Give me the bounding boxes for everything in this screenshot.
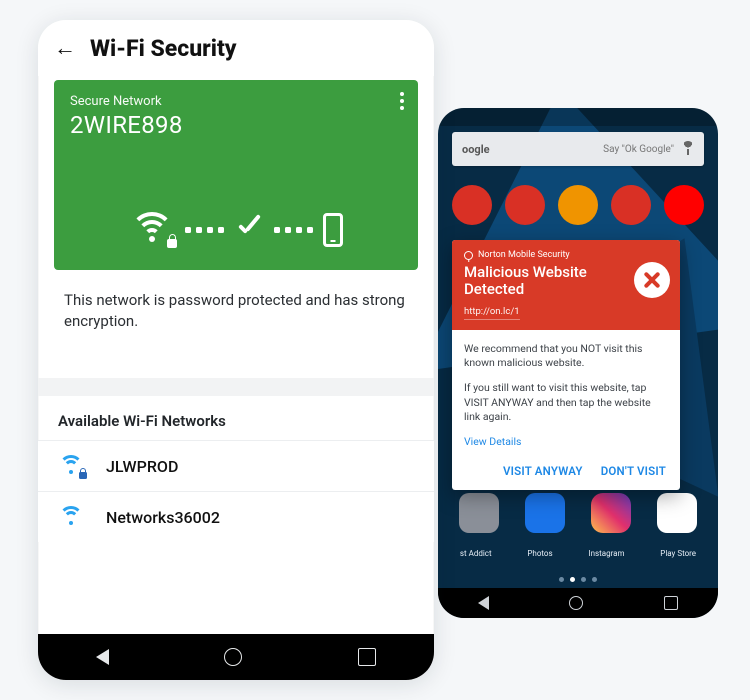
alert-url: http://on.lc/1 xyxy=(464,306,520,320)
app-label: Play Store xyxy=(660,549,696,558)
app-icon[interactable] xyxy=(525,493,565,533)
wifi-icon xyxy=(58,506,84,528)
wifi-network-item[interactable]: Networks36002 xyxy=(38,491,434,542)
app-label: st Addict xyxy=(460,549,492,558)
app-icon[interactable] xyxy=(459,493,499,533)
android-navbar xyxy=(438,588,718,618)
network-description: This network is password protected and h… xyxy=(64,290,408,378)
security-diagram xyxy=(54,212,418,248)
wifi-secured-icon xyxy=(58,455,84,477)
phone-malicious-alert: oogle Say "Ok Google" st Addict Photos I… xyxy=(438,108,718,618)
google-logo-text: oogle xyxy=(462,143,490,156)
app-icon[interactable] xyxy=(611,185,651,225)
search-hint: Say "Ok Google" xyxy=(490,144,674,155)
network-name: JLWPROD xyxy=(106,457,178,476)
app-icon[interactable] xyxy=(452,185,492,225)
checkmark-icon xyxy=(234,215,264,245)
view-details-link[interactable]: View Details xyxy=(464,435,521,448)
dash-icon xyxy=(185,227,224,233)
alert-title: Malicious Website Detected xyxy=(464,264,622,299)
google-search-bar[interactable]: oogle Say "Ok Google" xyxy=(452,132,704,166)
app-icon[interactable] xyxy=(591,493,631,533)
wifi-lock-icon xyxy=(129,212,175,248)
close-icon[interactable] xyxy=(634,262,670,298)
alert-text-2: If you still want to visit this website,… xyxy=(464,381,668,425)
norton-icon xyxy=(464,251,473,260)
nav-back-icon[interactable] xyxy=(478,596,489,610)
app-icon[interactable] xyxy=(657,493,697,533)
nav-home-icon[interactable] xyxy=(224,648,242,666)
nav-back-icon[interactable] xyxy=(96,649,109,665)
nav-recents-icon[interactable] xyxy=(664,596,678,610)
home-pager[interactable] xyxy=(438,577,718,582)
alert-header: Norton Mobile Security Malicious Website… xyxy=(452,240,680,330)
phone-wifi-security: ← Wi-Fi Security Secure Network 2WIRE898… xyxy=(38,20,434,680)
alert-text-1: We recommend that you NOT visit this kno… xyxy=(464,342,668,371)
page-title: Wi-Fi Security xyxy=(90,35,237,62)
network-ssid: 2WIRE898 xyxy=(70,111,402,139)
home-icon-row xyxy=(438,176,718,234)
alert-app-name: Norton Mobile Security xyxy=(478,250,570,260)
app-label: Photos xyxy=(527,549,552,558)
overflow-menu-icon[interactable] xyxy=(400,92,404,110)
dock-labels: st Addict Photos Instagram Play Store xyxy=(438,549,718,558)
alert-actions: VISIT ANYWAY DON'T VISIT xyxy=(452,458,680,490)
app-icon[interactable] xyxy=(558,185,598,225)
section-divider xyxy=(38,378,434,396)
malicious-site-alert: Norton Mobile Security Malicious Website… xyxy=(452,240,680,490)
alert-app-tag: Norton Mobile Security xyxy=(464,250,668,260)
alert-body: We recommend that you NOT visit this kno… xyxy=(452,330,680,458)
app-label: Instagram xyxy=(588,549,624,558)
mic-icon[interactable] xyxy=(682,141,694,157)
nav-recents-icon[interactable] xyxy=(358,648,376,666)
visit-anyway-button[interactable]: VISIT ANYWAY xyxy=(503,464,583,478)
app-header: ← Wi-Fi Security xyxy=(38,20,434,76)
secure-network-card: Secure Network 2WIRE898 xyxy=(54,80,418,270)
android-navbar xyxy=(38,634,434,680)
wifi-network-item[interactable]: JLWPROD xyxy=(38,440,434,491)
app-icon[interactable] xyxy=(505,185,545,225)
card-subtitle: Secure Network xyxy=(70,94,402,109)
network-name: Networks36002 xyxy=(106,508,220,527)
dash-icon xyxy=(274,227,313,233)
device-icon xyxy=(323,213,343,247)
app-icon[interactable] xyxy=(664,185,704,225)
back-arrow-icon[interactable]: ← xyxy=(54,35,76,61)
available-networks-header: Available Wi-Fi Networks xyxy=(38,396,434,440)
status-bar xyxy=(438,108,718,126)
dont-visit-button[interactable]: DON'T VISIT xyxy=(601,464,666,478)
nav-home-icon[interactable] xyxy=(569,596,583,610)
dock-row xyxy=(438,486,718,540)
